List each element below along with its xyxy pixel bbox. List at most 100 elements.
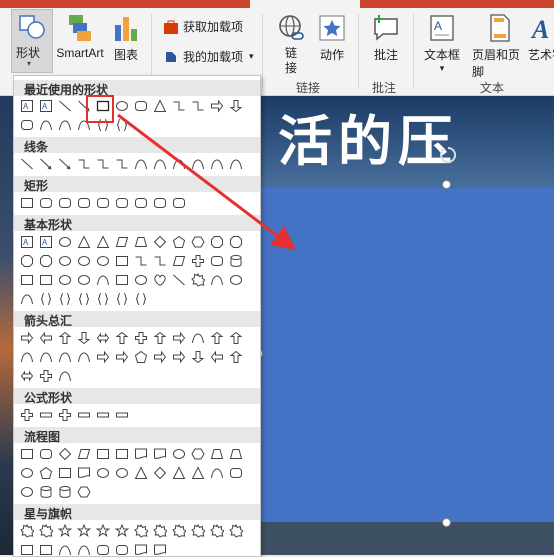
shape-quad-arrow[interactable] — [133, 330, 149, 346]
shape-flowchart-sort[interactable] — [152, 465, 168, 481]
shape-explosion-2[interactable] — [38, 523, 54, 539]
shape-parallelogram[interactable] — [114, 234, 130, 250]
link-button[interactable]: 链 接 — [274, 13, 308, 76]
slide-canvas[interactable]: 活的压 — [254, 95, 554, 555]
smartart-button[interactable]: SmartArt — [55, 13, 105, 60]
shape-equal[interactable] — [95, 407, 111, 423]
shape-trapezoid[interactable] — [133, 234, 149, 250]
shape-curved-left-arrow[interactable] — [38, 349, 54, 365]
shape-rounded-rectangle[interactable] — [38, 195, 54, 211]
shape-star-32[interactable] — [228, 523, 244, 539]
shape-minus[interactable] — [38, 407, 54, 423]
shape-snip-rectangle[interactable] — [19, 117, 35, 133]
shape-right-bracket[interactable] — [95, 291, 111, 307]
shape-flowchart-data[interactable] — [76, 446, 92, 462]
shape-round-same-side[interactable] — [152, 195, 168, 211]
shape-flowchart-alternate-process[interactable] — [38, 446, 54, 462]
chart-button[interactable]: 图表 — [110, 13, 142, 63]
shape-circular-arrow[interactable] — [57, 368, 73, 384]
shape-no-symbol[interactable] — [76, 272, 92, 288]
shape-flowchart-display[interactable] — [76, 484, 92, 500]
textbox-dropdown-icon[interactable]: ▾ — [440, 63, 445, 74]
shape-left-right-up-arrow[interactable] — [152, 330, 168, 346]
shape-elbow-arrow[interactable] — [190, 98, 206, 114]
slide-title-text[interactable]: 活的压 — [278, 97, 458, 176]
shape-up-arrow[interactable] — [57, 330, 73, 346]
shape-bent-up-arrow[interactable] — [228, 330, 244, 346]
shape-cube[interactable] — [19, 272, 35, 288]
shape-flowchart-sequential-storage[interactable] — [19, 484, 35, 500]
shape-left-right-arrow[interactable] — [95, 330, 111, 346]
shape-flowchart-multidocument[interactable] — [152, 446, 168, 462]
shape-curved-arrow[interactable] — [152, 156, 168, 172]
shape-round-single-corner[interactable] — [133, 195, 149, 211]
shape-diamond[interactable] — [152, 234, 168, 250]
shape-elbow-double-arrow[interactable] — [114, 156, 130, 172]
shape-freeform[interactable] — [38, 117, 54, 133]
shape-flowchart-manual-input[interactable] — [209, 446, 225, 462]
shape-heart[interactable] — [152, 272, 168, 288]
shape-frame[interactable] — [114, 253, 130, 269]
shape-curved-double-arrow[interactable] — [171, 156, 187, 172]
shape-left-up-arrow[interactable] — [209, 330, 225, 346]
shape-block-arc[interactable] — [95, 272, 111, 288]
shape-can[interactable] — [228, 253, 244, 269]
shape-round-diagonal[interactable] — [171, 195, 187, 211]
shape-quad-arrow-callout[interactable] — [38, 368, 54, 384]
shape-flowchart-or[interactable] — [114, 465, 130, 481]
shape-triangle[interactable] — [152, 98, 168, 114]
shape-left-arrow[interactable] — [38, 330, 54, 346]
shape-textbox[interactable] — [19, 234, 35, 250]
shape-oval[interactable] — [114, 98, 130, 114]
shape-star-10[interactable] — [152, 523, 168, 539]
shape-teardrop[interactable] — [95, 253, 111, 269]
shape-right-triangle[interactable] — [95, 234, 111, 250]
shape-scribble[interactable] — [228, 156, 244, 172]
shape-curved-right-arrow[interactable] — [19, 349, 35, 365]
my-addins-button[interactable]: 我的加载项 ▾ — [163, 48, 254, 65]
shape-bevel[interactable] — [38, 272, 54, 288]
shape-snip-round[interactable] — [114, 195, 130, 211]
shape-double-brace[interactable] — [57, 291, 73, 307]
shape-donut[interactable] — [57, 272, 73, 288]
shape-notched-right-arrow[interactable] — [114, 349, 130, 365]
resize-handle-top[interactable] — [442, 180, 451, 189]
shape-vertical-textbox[interactable] — [38, 98, 54, 114]
shape-hexagon[interactable] — [190, 234, 206, 250]
shape-curved-up-arrow[interactable] — [57, 349, 73, 365]
shape-right-arrow-callout[interactable] — [171, 349, 187, 365]
shape-flowchart-stored-data[interactable] — [209, 465, 225, 481]
shape-moon[interactable] — [209, 272, 225, 288]
shape-up-down-arrow[interactable] — [114, 330, 130, 346]
shape-flowchart-extract[interactable] — [171, 465, 187, 481]
shape-flowchart-document[interactable] — [133, 446, 149, 462]
shape-line[interactable] — [57, 98, 73, 114]
shape-double-bracket[interactable] — [38, 291, 54, 307]
shape-plaque[interactable] — [209, 253, 225, 269]
shape-flowchart-process[interactable] — [19, 446, 35, 462]
shape-right-brace[interactable] — [114, 117, 130, 133]
shape-decagon[interactable] — [19, 253, 35, 269]
shape-pie[interactable] — [57, 253, 73, 269]
shape-plus[interactable] — [19, 407, 35, 423]
wordart-button[interactable]: A 艺术字 — [528, 13, 554, 63]
rotate-handle-icon[interactable] — [438, 145, 458, 165]
shape-l-shape[interactable] — [152, 253, 168, 269]
shape-down-arrow[interactable] — [228, 98, 244, 114]
shape-chevron[interactable] — [152, 349, 168, 365]
shape-divide[interactable] — [76, 407, 92, 423]
shape-flowchart-connector[interactable] — [19, 465, 35, 481]
shape-not-equal[interactable] — [114, 407, 130, 423]
inserted-rectangle-shape[interactable] — [258, 188, 554, 522]
shape-left-arrow-callout[interactable] — [209, 349, 225, 365]
resize-handle-bottom[interactable] — [442, 518, 451, 527]
shape-folded-corner[interactable] — [114, 272, 130, 288]
shape-left-brace[interactable] — [114, 291, 130, 307]
shape-flowchart-direct-access[interactable] — [57, 484, 73, 500]
shape-star-7[interactable] — [114, 523, 130, 539]
shape-explosion-1[interactable] — [19, 523, 35, 539]
shape-star-6[interactable] — [95, 523, 111, 539]
shape-right-arrow[interactable] — [209, 98, 225, 114]
shape-right-brace[interactable] — [133, 291, 149, 307]
shape-flowchart-offpage-connector[interactable] — [38, 465, 54, 481]
